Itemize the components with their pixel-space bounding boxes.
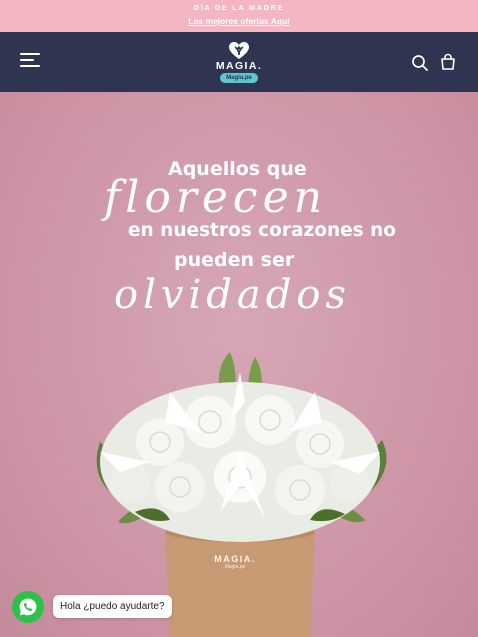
hero-line-5: olvidados <box>114 272 351 318</box>
announcement-title: DÍA DE LA MADRE <box>193 3 285 12</box>
logo-wordmark: MAGIA. <box>215 60 263 72</box>
search-icon[interactable] <box>410 53 430 73</box>
logo-subtitle: Magia.pe <box>220 73 258 83</box>
announcement-bar: DÍA DE LA MADRE Las mejores ofertas Aquí <box>0 0 478 32</box>
site-logo[interactable]: MAGIA. Magia.pe <box>209 41 269 85</box>
hero-banner[interactable]: Aquellos que florecen en nuestros corazo… <box>0 92 478 637</box>
hamburger-menu-icon[interactable] <box>20 53 40 71</box>
logo-heart-icon <box>229 42 249 59</box>
box-logo-subtitle: Magia.pe <box>224 564 246 570</box>
announcement-link[interactable]: Las mejores ofertas Aquí <box>0 16 478 26</box>
box-logo-wordmark: MAGIA. <box>214 554 256 564</box>
hero-line-3: en nuestros corazones no <box>128 220 396 241</box>
site-header: MAGIA. Magia.pe <box>0 32 478 92</box>
whatsapp-icon[interactable] <box>12 591 44 623</box>
hero-headline: Aquellos que florecen en nuestros corazo… <box>0 92 478 332</box>
shopping-bag-icon[interactable] <box>438 52 458 72</box>
chat-greeting-bubble[interactable]: Hola ¿puedo ayudarte? <box>53 595 172 618</box>
hero-line-4: pueden ser <box>174 249 295 271</box>
hero-line-2: florecen <box>104 172 327 223</box>
box-logo: MAGIA. Magia.pe <box>205 554 265 570</box>
